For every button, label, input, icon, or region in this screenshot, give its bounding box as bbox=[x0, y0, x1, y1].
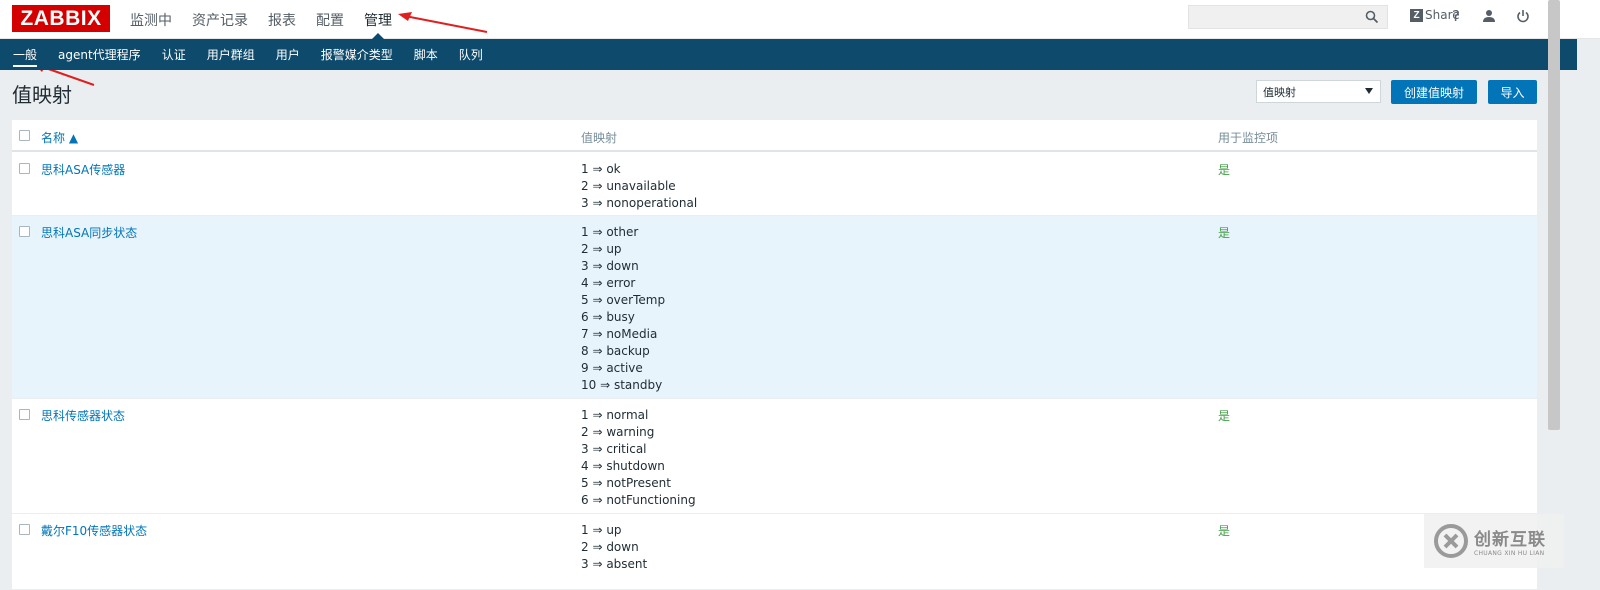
sign-out-icon bbox=[1517, 10, 1529, 23]
table-row: 思科ASA传感器 1 ⇒ ok 2 ⇒ unavailable 3 ⇒ nono… bbox=[12, 153, 1537, 216]
mapping-entry: 3 ⇒ critical bbox=[581, 442, 647, 456]
nav-item-administration[interactable]: 管理 bbox=[364, 0, 392, 39]
watermark-title: 创新互联 bbox=[1474, 530, 1546, 550]
section-select[interactable]: 值映射 bbox=[1256, 80, 1381, 103]
mapping-entry: 2 ⇒ warning bbox=[581, 425, 655, 439]
mapping-entry: 4 ⇒ shutdown bbox=[581, 459, 665, 473]
table-header: 名称 ▲ 值映射 用于监控项 bbox=[12, 120, 1537, 152]
top-header: ZABBIX 监测中 资产记录 报表 配置 管理 Z Share ? bbox=[0, 0, 1600, 39]
value-map-name-link[interactable]: 戴尔F10传感器状态 bbox=[41, 522, 147, 539]
nav-item-administration-label: 管理 bbox=[364, 12, 392, 29]
page-title: 值映射 bbox=[12, 83, 72, 107]
mapping-entry: 4 ⇒ error bbox=[581, 276, 636, 290]
watermark-subtitle: CHUANG XIN HU LIAN bbox=[1474, 550, 1545, 557]
used-in-items-status: 是 bbox=[1218, 226, 1231, 240]
mapping-entry: 3 ⇒ absent bbox=[581, 557, 648, 571]
subnav-item-users[interactable]: 用户 bbox=[276, 39, 300, 70]
mapping-entry: 8 ⇒ backup bbox=[581, 344, 650, 358]
mapping-entry: 2 ⇒ unavailable bbox=[581, 179, 676, 193]
subnav-item-authentication[interactable]: 认证 bbox=[162, 39, 186, 70]
mapping-entry: 1 ⇒ up bbox=[581, 523, 622, 537]
mapping-entry: 1 ⇒ normal bbox=[581, 408, 649, 422]
subnav-item-queue[interactable]: 队列 bbox=[459, 39, 483, 70]
section-select-value: 值映射 bbox=[1263, 85, 1296, 99]
value-map-list: 1 ⇒ up 2 ⇒ down 3 ⇒ absent bbox=[581, 522, 647, 573]
mapping-entry: 6 ⇒ busy bbox=[581, 310, 635, 324]
column-header-name[interactable]: 名称 ▲ bbox=[41, 129, 78, 146]
mapping-entry: 3 ⇒ down bbox=[581, 259, 639, 273]
row-checkbox[interactable] bbox=[19, 409, 30, 420]
power-icon[interactable] bbox=[1514, 7, 1532, 25]
main-nav: 监测中 资产记录 报表 配置 管理 bbox=[130, 0, 412, 39]
subnav-item-media-types[interactable]: 报警媒介类型 bbox=[321, 39, 393, 70]
mapping-entry: 7 ⇒ noMedia bbox=[581, 327, 658, 341]
page-scrollbar[interactable] bbox=[1548, 0, 1560, 430]
table-row: 思科传感器状态 1 ⇒ normal 2 ⇒ warning 3 ⇒ criti… bbox=[12, 399, 1537, 514]
table-row: 思科ASA同步状态 1 ⇒ other 2 ⇒ up 3 ⇒ down 4 ⇒ … bbox=[12, 216, 1537, 399]
value-map-table: 名称 ▲ 值映射 用于监控项 思科ASA传感器 1 ⇒ ok 2 ⇒ unava… bbox=[12, 120, 1537, 590]
global-search bbox=[1188, 5, 1388, 29]
nav-item-monitoring[interactable]: 监测中 bbox=[130, 0, 172, 39]
chevron-down-icon bbox=[1365, 88, 1373, 94]
user-profile-icon bbox=[1483, 10, 1495, 22]
user-icon[interactable] bbox=[1480, 7, 1498, 25]
mapping-entry: 6 ⇒ notFunctioning bbox=[581, 493, 696, 507]
subnav-item-scripts[interactable]: 脚本 bbox=[414, 39, 438, 70]
select-all-checkbox[interactable] bbox=[19, 130, 30, 141]
table-row: 戴尔F10传感器状态 1 ⇒ up 2 ⇒ down 3 ⇒ absent 是 bbox=[12, 514, 1537, 590]
nav-item-configuration[interactable]: 配置 bbox=[316, 0, 344, 39]
nav-item-reports[interactable]: 报表 bbox=[268, 0, 296, 39]
mapping-entry: 3 ⇒ nonoperational bbox=[581, 196, 698, 210]
watermark: 创新互联 CHUANG XIN HU LIAN bbox=[1424, 514, 1564, 568]
used-in-items-status: 是 bbox=[1218, 163, 1231, 177]
subnav-item-user-groups[interactable]: 用户群组 bbox=[207, 39, 255, 70]
used-in-items-status: 是 bbox=[1218, 409, 1231, 423]
help-icon[interactable]: ? bbox=[1447, 7, 1465, 25]
mapping-entry: 9 ⇒ active bbox=[581, 361, 643, 375]
row-checkbox[interactable] bbox=[19, 163, 30, 174]
search-input[interactable] bbox=[1189, 6, 1359, 28]
sub-nav: 一般 agent代理程序 认证 用户群组 用户 报警媒介类型 脚本 队列 bbox=[13, 39, 504, 70]
value-map-list: 1 ⇒ normal 2 ⇒ warning 3 ⇒ critical 4 ⇒ … bbox=[581, 407, 696, 509]
sub-nav-bar: 一般 agent代理程序 认证 用户群组 用户 报警媒介类型 脚本 队列 bbox=[0, 39, 1577, 70]
subnav-item-general[interactable]: 一般 bbox=[13, 39, 38, 70]
value-map-list: 1 ⇒ other 2 ⇒ up 3 ⇒ down 4 ⇒ error 5 ⇒ … bbox=[581, 224, 665, 394]
search-icon[interactable] bbox=[1365, 10, 1379, 24]
brand-watermark-icon bbox=[1434, 524, 1468, 558]
import-button[interactable]: 导入 bbox=[1488, 80, 1537, 104]
column-header-mappings: 值映射 bbox=[581, 131, 618, 145]
create-value-map-button[interactable]: 创建值映射 bbox=[1391, 80, 1477, 104]
zabbix-logo[interactable]: ZABBIX bbox=[12, 5, 110, 32]
value-map-name-link[interactable]: 思科ASA同步状态 bbox=[41, 224, 137, 241]
used-in-items-status: 是 bbox=[1218, 524, 1231, 538]
mapping-entry: 5 ⇒ overTemp bbox=[581, 293, 666, 307]
value-map-list: 1 ⇒ ok 2 ⇒ unavailable 3 ⇒ nonoperationa… bbox=[581, 161, 697, 212]
mapping-entry: 2 ⇒ down bbox=[581, 540, 639, 554]
mapping-entry: 5 ⇒ notPresent bbox=[581, 476, 671, 490]
mapping-entry: 1 ⇒ ok bbox=[581, 162, 621, 176]
value-map-name-link[interactable]: 思科ASA传感器 bbox=[41, 161, 125, 178]
column-header-used: 用于监控项 bbox=[1218, 131, 1279, 145]
subnav-item-proxies[interactable]: agent代理程序 bbox=[58, 39, 141, 70]
row-checkbox[interactable] bbox=[19, 226, 30, 237]
nav-item-inventory[interactable]: 资产记录 bbox=[192, 0, 248, 39]
mapping-entry: 10 ⇒ standby bbox=[581, 378, 663, 392]
value-map-name-link[interactable]: 思科传感器状态 bbox=[41, 407, 125, 424]
share-badge: Z bbox=[1410, 8, 1423, 22]
watermark-text: 创新互联 CHUANG XIN HU LIAN bbox=[1474, 525, 1546, 557]
mapping-entry: 2 ⇒ up bbox=[581, 242, 622, 256]
mapping-entry: 1 ⇒ other bbox=[581, 225, 639, 239]
row-checkbox[interactable] bbox=[19, 524, 30, 535]
